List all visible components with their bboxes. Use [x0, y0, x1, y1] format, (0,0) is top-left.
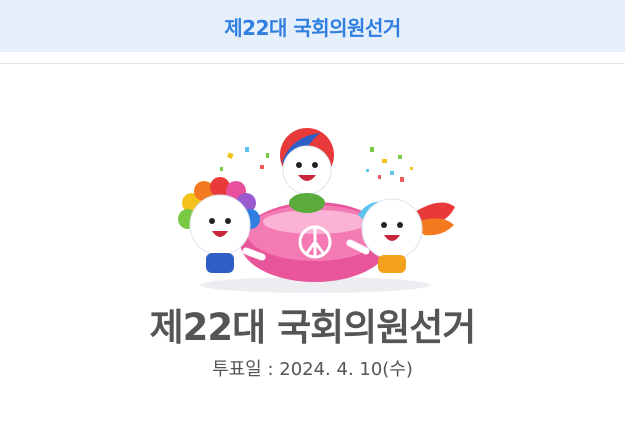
- election-date: 투표일 : 2024. 4. 10(수): [212, 359, 413, 380]
- divider: [0, 63, 625, 64]
- page-title: 제22대 국회의원선거: [149, 306, 477, 349]
- banner-title: 제22대 국회의원선거: [224, 15, 401, 40]
- election-mascots-illustration: [174, 128, 455, 293]
- election-info-page: 제22대 국회의원선거 제22대 국회의원선거 투표일: 2024. 4. 1…: [0, 0, 625, 439]
- top-banner: 제22대 국회의원선거: [0, 0, 625, 52]
- center-mascot: [274, 128, 340, 213]
